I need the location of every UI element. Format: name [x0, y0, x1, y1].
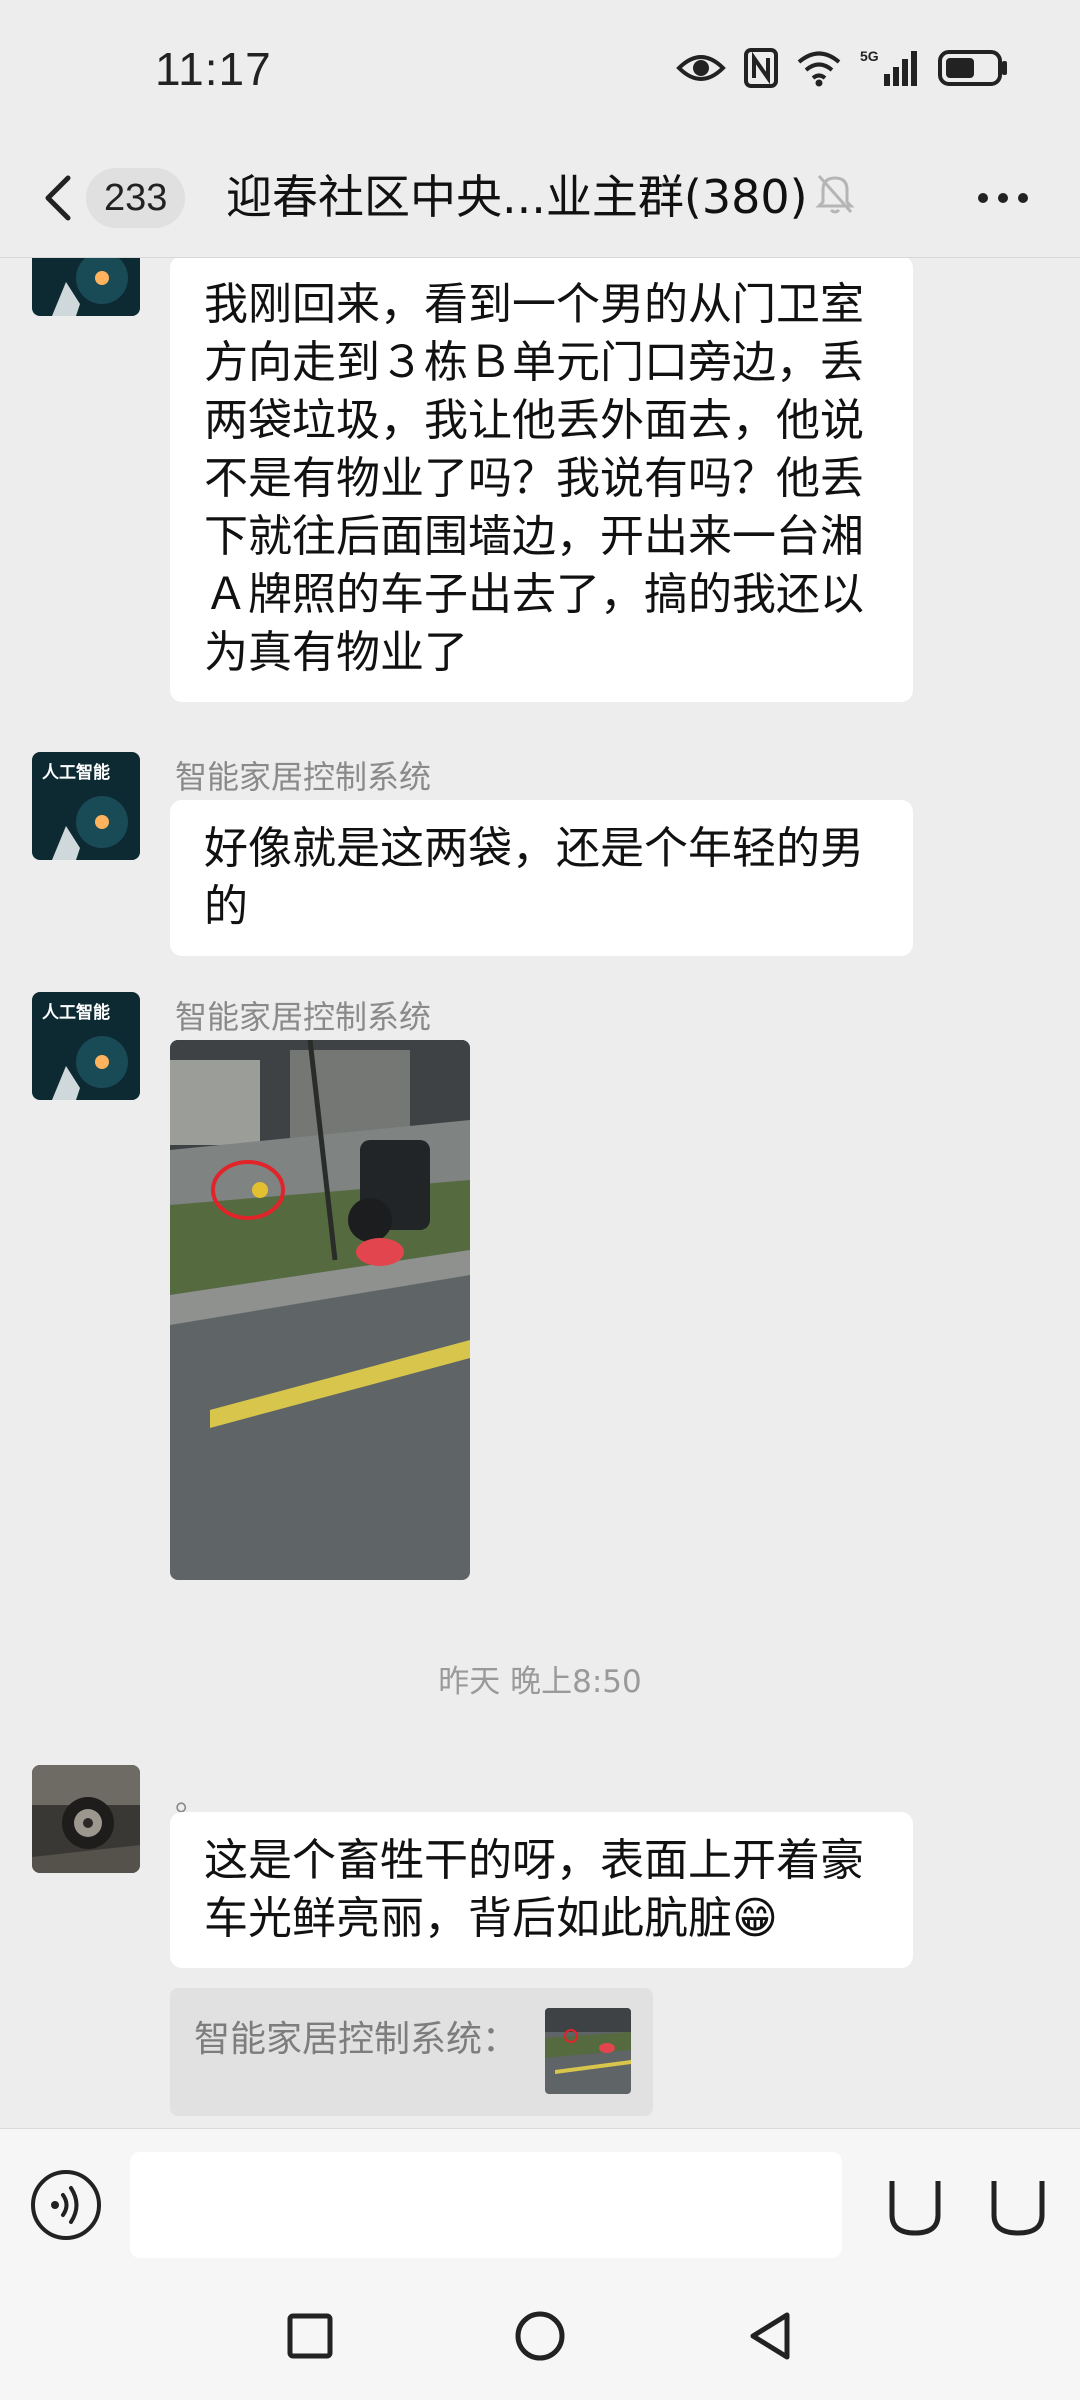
avatar-logo-text: 人工智能: [42, 762, 110, 783]
more-button[interactable]: [968, 168, 1038, 228]
message-bubble[interactable]: 这是个畜牲干的呀，表面上开着豪车光鲜亮丽，背后如此肮脏😁: [170, 1812, 913, 1968]
quoted-message[interactable]: 智能家居控制系统：: [170, 1988, 653, 2116]
status-icons: 5G: [676, 48, 1010, 88]
status-bar: 11:17 5G: [0, 0, 1080, 140]
street-photo: [170, 1040, 470, 1580]
home-icon: [515, 2311, 565, 2361]
chat-header: 233 迎春社区中央...业主群(380): [0, 140, 1080, 258]
message-input[interactable]: [130, 2152, 842, 2258]
emoji-icon: [889, 2181, 941, 2236]
avatar[interactable]: 人工智能: [32, 992, 140, 1100]
more-icon: [978, 193, 1028, 203]
signal-icon: 5G: [860, 48, 920, 88]
street-photo-thumbnail: [545, 2008, 631, 2094]
quote-text: 智能家居控制系统：: [194, 2019, 519, 2060]
robot-avatar-icon: 人工智能: [32, 992, 140, 1100]
back-button[interactable]: [38, 168, 78, 228]
unread-count-badge[interactable]: 233: [86, 168, 186, 228]
sender-name: 智能家居控制系统: [175, 758, 432, 796]
voice-icon: [31, 2170, 101, 2240]
robot-avatar-icon: 人工智能: [32, 752, 140, 860]
sender-name: 智能家居控制系统: [175, 998, 432, 1036]
robot-avatar-icon: [32, 258, 140, 316]
battery-icon: [938, 48, 1010, 88]
message-list[interactable]: 我刚回来，看到一个男的从门卫室方向走到３栋Ｂ单元门口旁边，丢两袋垃圾，我让他丢外…: [0, 258, 1080, 2128]
input-bar: [0, 2128, 1080, 2273]
emoji-button[interactable]: [880, 2169, 950, 2241]
network-type-label: 5G: [860, 48, 879, 64]
status-time: 11:17: [155, 43, 272, 95]
time-separator: 昨天 晚上8:50: [438, 1664, 642, 1700]
back-nav-icon: [750, 2312, 790, 2360]
avatar[interactable]: [32, 1765, 140, 1873]
quote-thumbnail: [545, 2008, 631, 2094]
avatar[interactable]: 人工智能: [32, 752, 140, 860]
message-text: 好像就是这两袋，还是个年轻的男的: [204, 823, 864, 932]
voice-button[interactable]: [30, 2169, 102, 2241]
message-bubble[interactable]: 好像就是这两袋，还是个年轻的男的: [170, 800, 913, 956]
eye-icon: [676, 50, 726, 86]
back-nav-button[interactable]: [735, 2301, 805, 2371]
system-navigation-bar: [0, 2273, 1080, 2400]
recent-apps-icon: [287, 2313, 333, 2359]
message-text: 这是个畜牲干的呀，表面上开着豪车光鲜亮丽，背后如此肮脏😁: [204, 1835, 864, 1944]
home-button[interactable]: [505, 2301, 575, 2371]
plus-button[interactable]: [982, 2169, 1054, 2241]
message-bubble[interactable]: 我刚回来，看到一个男的从门卫室方向走到３栋Ｂ单元门口旁边，丢两袋垃圾，我让他丢外…: [170, 258, 913, 702]
avatar[interactable]: [32, 258, 140, 316]
car-wheel-avatar-icon: [32, 1765, 140, 1873]
message-text: 我刚回来，看到一个男的从门卫室方向走到３栋Ｂ单元门口旁边，丢两袋垃圾，我让他丢外…: [204, 279, 864, 678]
image-message[interactable]: [170, 1040, 470, 1580]
avatar-logo-text: 人工智能: [42, 1002, 110, 1023]
recent-apps-button[interactable]: [275, 2301, 345, 2371]
wifi-icon: [796, 49, 842, 87]
nfc-icon: [744, 48, 778, 88]
back-arrow-icon: [45, 175, 71, 221]
chat-title[interactable]: 迎春社区中央...业主群(380): [226, 164, 808, 230]
mute-bell-icon: [815, 170, 855, 220]
plus-icon: [991, 2181, 1045, 2236]
